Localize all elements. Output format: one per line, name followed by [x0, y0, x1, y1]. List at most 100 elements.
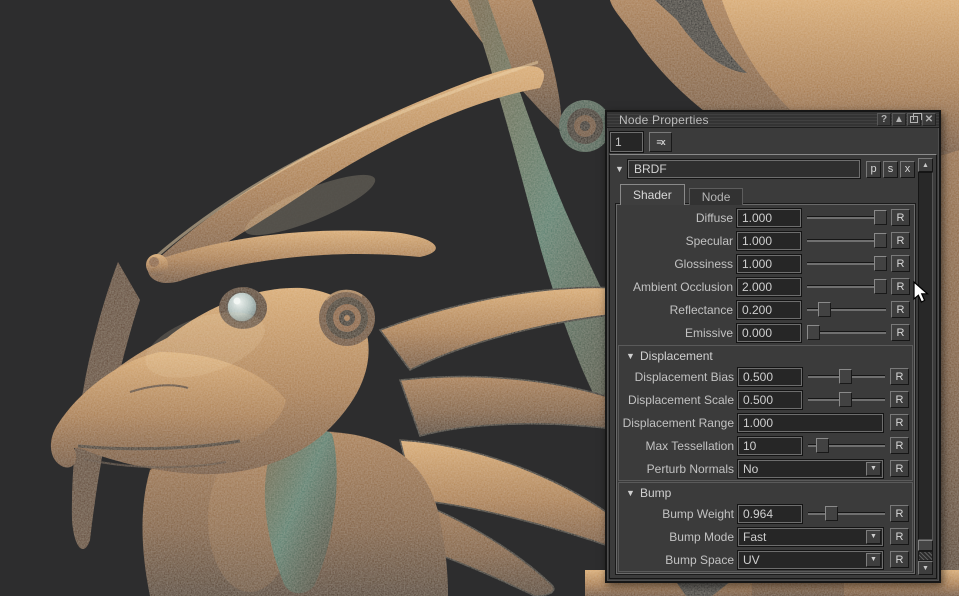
- tab-shader[interactable]: Shader: [620, 184, 685, 205]
- property-row-bump-weight: Bump Weight 0.964 R: [619, 502, 912, 525]
- value-field[interactable]: 1.000: [736, 230, 802, 251]
- reset-button[interactable]: R: [890, 391, 909, 408]
- slider-thumb[interactable]: [874, 210, 887, 225]
- property-row-reflectance: Reflectance 0.200 R: [618, 298, 913, 321]
- section-header-bump: ▼ Bump: [619, 483, 912, 502]
- s-button[interactable]: s: [883, 160, 898, 178]
- slider[interactable]: [807, 391, 886, 408]
- slider[interactable]: [807, 437, 886, 454]
- scrollbar-track[interactable]: [918, 172, 933, 540]
- scrollbar[interactable]: ▲ ▼: [918, 158, 933, 575]
- slider-thumb[interactable]: [818, 302, 832, 317]
- pin-icon[interactable]: ≡x: [649, 131, 672, 152]
- close-icon[interactable]: ✕: [922, 113, 936, 126]
- help-icon[interactable]: ?: [877, 113, 891, 126]
- value-field[interactable]: 2.000: [736, 276, 802, 297]
- scroll-up-icon[interactable]: ▲: [918, 158, 933, 172]
- slider[interactable]: [806, 301, 887, 318]
- slider-thumb[interactable]: [874, 256, 887, 271]
- section-title: Displacement: [640, 348, 713, 363]
- property-row-diffuse: Diffuse 1.000 R: [618, 206, 913, 229]
- group-shader-params: Diffuse 1.000 R Specular 1.000 R Glossiness 1.0…: [618, 206, 913, 344]
- value-field[interactable]: 0.500: [737, 366, 803, 387]
- slider-thumb[interactable]: [825, 506, 839, 521]
- dropdown[interactable]: No ▼: [737, 458, 884, 479]
- node-header-buttons: psx: [864, 160, 915, 178]
- scrollbar-hatch[interactable]: [918, 551, 933, 561]
- slider[interactable]: [806, 278, 887, 295]
- property-row-bump-mode: Bump Mode Fast ▼ R: [619, 525, 912, 548]
- scrollbar-thumb[interactable]: [918, 540, 933, 551]
- dropdown[interactable]: UV ▼: [737, 549, 884, 570]
- value-field[interactable]: 0.964: [737, 503, 803, 524]
- p-button[interactable]: p: [866, 160, 881, 178]
- restore-icon[interactable]: [907, 113, 922, 126]
- property-label: Bump Weight: [662, 506, 734, 521]
- window-toolbar: ≡x: [607, 129, 939, 154]
- chevron-down-icon[interactable]: ▼: [866, 552, 881, 567]
- dropdown[interactable]: Fast ▼: [737, 526, 884, 547]
- reset-button[interactable]: R: [891, 301, 910, 318]
- slider[interactable]: [807, 368, 886, 385]
- reset-button[interactable]: R: [890, 505, 909, 522]
- section-header-displacement: ▼ Displacement: [619, 346, 912, 365]
- reset-button[interactable]: R: [891, 232, 910, 249]
- property-label: Diffuse: [695, 210, 733, 225]
- slider-thumb[interactable]: [874, 279, 887, 294]
- selection-count-field[interactable]: [609, 130, 644, 153]
- slider[interactable]: [806, 324, 887, 341]
- reset-button[interactable]: R: [891, 255, 910, 272]
- reset-button[interactable]: R: [891, 278, 910, 295]
- property-label: Bump Space: [665, 552, 734, 567]
- slider-thumb[interactable]: [838, 392, 852, 407]
- value-field[interactable]: 0.000: [736, 322, 802, 343]
- slider[interactable]: [806, 232, 887, 249]
- property-label: Perturb Normals: [646, 461, 734, 476]
- reset-button[interactable]: R: [890, 437, 909, 454]
- slider[interactable]: [806, 255, 887, 272]
- value-field[interactable]: 1.000: [736, 253, 802, 274]
- viewport: Node Properties ?▲✕ ≡x ▼ BRDF psx Shader…: [0, 0, 959, 596]
- collapse-icon[interactable]: ▲: [892, 113, 906, 126]
- value-field[interactable]: 0.500: [737, 389, 803, 410]
- scroll-down-icon[interactable]: ▼: [918, 561, 933, 575]
- slider[interactable]: [806, 209, 887, 226]
- mouse-cursor-icon: [913, 281, 929, 303]
- slider[interactable]: [807, 505, 886, 522]
- value-field[interactable]: 1.000: [736, 207, 802, 228]
- value-field[interactable]: 10: [737, 435, 803, 456]
- tab-page: Diffuse 1.000 R Specular 1.000 R Glossiness 1.0…: [615, 203, 916, 575]
- reset-button[interactable]: R: [891, 209, 910, 226]
- property-label: Displacement Bias: [634, 369, 734, 384]
- property-row-emissive: Emissive 0.000 R: [618, 321, 913, 344]
- reset-button[interactable]: R: [891, 324, 910, 341]
- property-label: Specular: [685, 233, 733, 248]
- node-name-field[interactable]: BRDF: [627, 159, 861, 179]
- chevron-down-icon[interactable]: ▼: [614, 164, 628, 174]
- property-label: Ambient Occlusion: [632, 279, 733, 294]
- node-header-row: ▼ BRDF psx: [614, 159, 915, 179]
- property-row-specular: Specular 1.000 R: [618, 229, 913, 252]
- window-titlebar[interactable]: Node Properties ? ▲ ✕: [607, 112, 939, 128]
- chevron-down-icon[interactable]: ▼: [625, 488, 640, 498]
- reset-button[interactable]: R: [890, 528, 909, 545]
- chevron-down-icon[interactable]: ▼: [866, 461, 881, 476]
- slider-thumb[interactable]: [874, 233, 887, 248]
- slider-thumb[interactable]: [807, 325, 821, 340]
- slider-thumb[interactable]: [816, 438, 830, 453]
- slider-track[interactable]: [808, 513, 885, 515]
- reset-button[interactable]: R: [890, 460, 909, 477]
- property-label: Max Tessellation: [645, 438, 735, 453]
- property-label: Emissive: [684, 325, 733, 340]
- tab-node[interactable]: Node: [688, 188, 744, 205]
- value-field[interactable]: 1.000: [737, 412, 884, 433]
- reset-button[interactable]: R: [890, 551, 909, 568]
- reset-button[interactable]: R: [890, 414, 909, 431]
- chevron-down-icon[interactable]: ▼: [866, 529, 881, 544]
- x-button[interactable]: x: [900, 160, 915, 178]
- properties-content: ▼ BRDF psx Shader Node Diffuse 1.000 R Specu…: [609, 154, 937, 579]
- reset-button[interactable]: R: [890, 368, 909, 385]
- chevron-down-icon[interactable]: ▼: [625, 351, 640, 361]
- slider-thumb[interactable]: [838, 369, 852, 384]
- value-field[interactable]: 0.200: [736, 299, 802, 320]
